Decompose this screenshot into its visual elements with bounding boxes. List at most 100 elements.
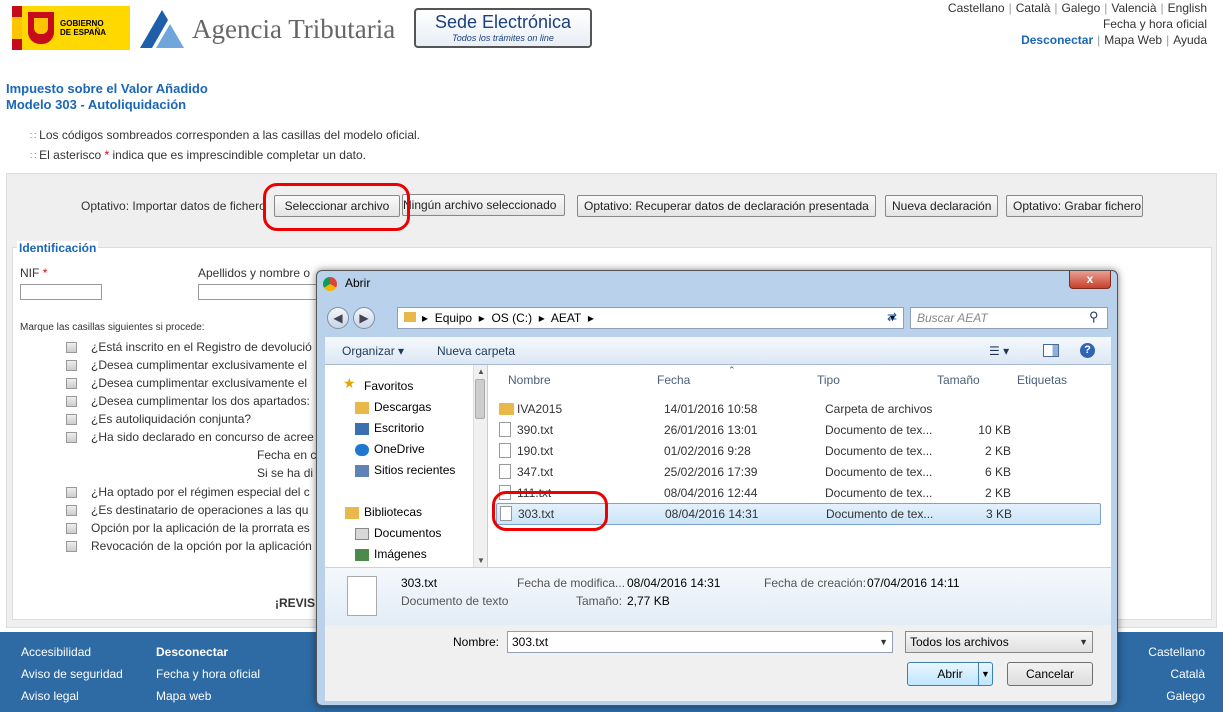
col-tags[interactable]: Etiquetas <box>1017 373 1067 387</box>
footer-galego[interactable]: Galego <box>1148 685 1205 707</box>
chevron-down-icon[interactable]: ▼ <box>879 632 888 652</box>
col-date[interactable]: Fecha <box>657 373 690 387</box>
nif-input[interactable] <box>20 284 102 300</box>
file-size: 3 KB <box>985 507 1012 521</box>
path-aeat[interactable]: AEAT <box>551 311 581 325</box>
save-file-button[interactable]: Optativo: Grabar fichero <box>1006 195 1143 217</box>
new-folder-button[interactable]: Nueva carpeta <box>437 344 515 358</box>
nav-imagenes[interactable]: Imágenes <box>374 547 427 561</box>
col-type[interactable]: Tipo <box>817 373 840 387</box>
scroll-down-icon[interactable]: ▼ <box>477 556 485 565</box>
name-input[interactable] <box>198 284 318 300</box>
checkbox-devolucion[interactable] <box>66 342 77 353</box>
forward-button[interactable]: ▶ <box>353 307 375 329</box>
checkbox-exclusive-2[interactable] <box>66 378 77 389</box>
checkbox-both[interactable] <box>66 396 77 407</box>
nav-documentos[interactable]: Documentos <box>374 526 441 540</box>
footer-accesibilidad[interactable]: Accesibilidad <box>21 641 123 663</box>
path-drive[interactable]: OS (C:) <box>491 311 532 325</box>
page-title: Impuesto sobre el Valor Añadido Modelo 3… <box>6 81 208 113</box>
no-file-text: Ningún archivo seleccionado <box>403 198 557 212</box>
dialog-bottom-bar: Nombre: 303.txt ▼ Todos los archivos ▼ Abr… <box>325 625 1111 701</box>
file-date: 26/01/2016 13:01 <box>664 423 758 437</box>
file-row[interactable]: IVA2015 14/01/2016 10:58 Carpeta de arch… <box>496 399 1101 419</box>
open-button[interactable]: Abrir ▼ <box>907 662 993 686</box>
gobierno-logo: GOBIERNO DE ESPAÑA <box>12 6 130 50</box>
footer-desconectar[interactable]: Desconectar <box>156 641 260 663</box>
refresh-icon[interactable]: ⇄ <box>880 307 904 329</box>
lang-english[interactable]: English <box>1168 1 1207 15</box>
scroll-up-icon[interactable]: ▲ <box>477 367 485 376</box>
file-type: Documento de tex... <box>826 507 934 521</box>
file-input[interactable]: Ningún archivo seleccionado <box>402 194 565 216</box>
file-type: Documento de tex... <box>825 444 933 458</box>
checkbox-exclusive-1[interactable] <box>66 360 77 371</box>
organize-button[interactable]: Organizar ▾ <box>342 344 404 358</box>
official-time-link[interactable]: Fecha y hora oficial <box>948 16 1207 32</box>
text-file-icon <box>499 443 511 458</box>
path-equipo[interactable]: Equipo <box>435 311 472 325</box>
path-sep-icon: ▸ <box>422 311 435 325</box>
nav-favorites[interactable]: Favoritos <box>364 379 413 393</box>
close-button[interactable]: x <box>1069 271 1111 289</box>
footer-fecha-hora[interactable]: Fecha y hora oficial <box>156 663 260 685</box>
address-bar[interactable]: ▸ Equipo ▸ OS (C:) ▸ AEAT ▸ ▼ <box>397 307 904 329</box>
file-row[interactable]: 390.txt 26/01/2016 13:01 Documento de te… <box>496 420 1101 440</box>
nav-descargas[interactable]: Descargas <box>374 400 431 414</box>
cancel-button[interactable]: Cancelar <box>1007 662 1093 686</box>
downloads-icon <box>355 402 369 414</box>
lang-castellano[interactable]: Castellano <box>948 1 1005 15</box>
back-button[interactable]: ◀ <box>327 307 349 329</box>
lang-catala[interactable]: Català <box>1016 1 1051 15</box>
nav-bibliotecas[interactable]: Bibliotecas <box>364 505 422 519</box>
file-row[interactable]: 190.txt 01/02/2016 9:28 Documento de tex… <box>496 441 1101 461</box>
recover-declaration-button[interactable]: Optativo: Recuperar datos de declaración… <box>577 195 876 217</box>
coat-of-arms-icon <box>28 12 54 44</box>
help-icon[interactable]: ? <box>1080 343 1095 358</box>
new-declaration-button[interactable]: Nueva declaración <box>885 195 998 217</box>
path-sep-icon: ▸ <box>532 311 551 325</box>
open-dropdown-icon[interactable]: ▼ <box>978 663 992 685</box>
file-type-filter[interactable]: Todos los archivos ▼ <box>905 631 1093 653</box>
footer-mapa-web[interactable]: Mapa web <box>156 685 260 707</box>
agency-name[interactable]: Agencia Tributaria <box>192 14 395 45</box>
footer-catala[interactable]: Català <box>1148 663 1205 685</box>
scrollbar-thumb[interactable] <box>475 379 485 419</box>
sede-electronica-logo[interactable]: Sede Electrónica Todos los trámites on l… <box>414 8 592 48</box>
footer-aviso-legal[interactable]: Aviso legal <box>21 685 123 707</box>
footer-aviso-seguridad[interactable]: Aviso de seguridad <box>21 663 123 685</box>
gobierno-label: GOBIERNO DE ESPAÑA <box>60 19 107 37</box>
help-link[interactable]: Ayuda <box>1173 33 1207 47</box>
pictures-icon <box>355 549 369 561</box>
search-input[interactable]: Buscar AEAT <box>910 307 1108 329</box>
file-date: 14/01/2016 10:58 <box>664 402 758 416</box>
col-name[interactable]: Nombre <box>508 373 551 387</box>
footer-castellano[interactable]: Castellano <box>1148 641 1205 663</box>
agencia-logo-icon <box>140 10 184 48</box>
view-options-icon[interactable]: ☰ ▾ <box>989 344 1009 358</box>
sitemap-link[interactable]: Mapa Web <box>1104 33 1162 47</box>
nif-label: NIF * <box>20 266 48 280</box>
chevron-down-icon[interactable]: ▼ <box>1079 632 1088 652</box>
checkbox-destinatario[interactable] <box>66 505 77 516</box>
nav-onedrive[interactable]: OneDrive <box>374 442 425 456</box>
preview-pane-icon[interactable] <box>1043 344 1059 357</box>
file-row[interactable]: 347.txt 25/02/2016 17:39 Documento de te… <box>496 462 1101 482</box>
checkbox-revocacion[interactable] <box>66 541 77 552</box>
checkbox-prorrata[interactable] <box>66 523 77 534</box>
detail-kind: Documento de texto <box>401 594 509 608</box>
checkbox-regimen[interactable] <box>66 487 77 498</box>
nav-sitios-recientes[interactable]: Sitios recientes <box>374 463 455 477</box>
nav-escritorio[interactable]: Escritorio <box>374 421 424 435</box>
check-label-2: ¿Desea cumplimentar exclusivamente el <box>91 358 308 372</box>
col-size[interactable]: Tamaño <box>937 373 980 387</box>
checkbox-concurso[interactable] <box>66 432 77 443</box>
lang-valencia[interactable]: Valencià <box>1111 1 1156 15</box>
disconnect-link[interactable]: Desconectar <box>1021 33 1093 47</box>
filename-input[interactable]: 303.txt ▼ <box>507 631 893 653</box>
lang-galego[interactable]: Galego <box>1062 1 1101 15</box>
checkbox-joint[interactable] <box>66 414 77 425</box>
nav-scrollbar[interactable]: ▲ ▼ <box>473 365 487 567</box>
check-label-7: ¿Ha optado por el régimen especial del c <box>91 485 310 499</box>
check-label-5: ¿Es autoliquidación conjunta? <box>91 412 252 426</box>
